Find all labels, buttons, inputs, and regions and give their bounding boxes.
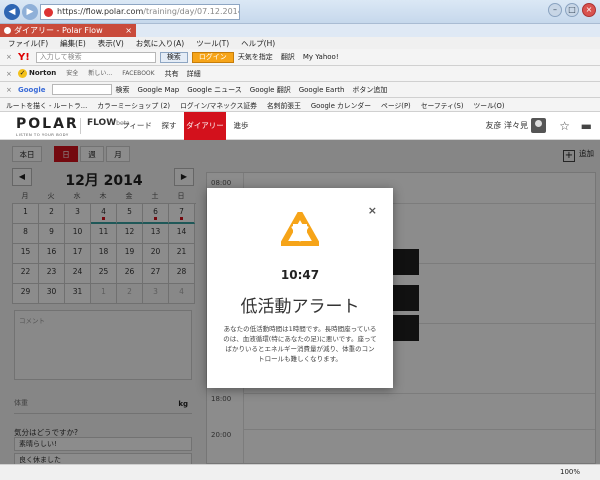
norton-facebook-note: FACEBOOK	[122, 69, 155, 77]
favorite-google-calendar[interactable]: Google カレンダー	[311, 100, 371, 110]
google-logo: Google	[18, 85, 46, 94]
alert-title: 低活動アラート	[240, 297, 360, 317]
menu-edit[interactable]: 編集(E)	[60, 38, 86, 49]
nav-explore[interactable]: 探す	[154, 112, 184, 140]
yahoo-login-button[interactable]: ログイン	[191, 51, 234, 63]
browser-tabbar: ダイアリー - Polar Flow ×	[0, 24, 600, 37]
favorite-meishi[interactable]: 名刺前張王	[267, 100, 301, 110]
nav-progress[interactable]: 進歩	[226, 112, 256, 140]
back-icon[interactable]: ◀	[4, 4, 20, 20]
url-path: /training/day/07.12.2014	[143, 7, 240, 16]
status-bar: 100%	[0, 464, 600, 480]
browser-tab[interactable]: ダイアリー - Polar Flow ×	[0, 24, 136, 37]
norton-panel-note: 新しい…	[88, 69, 113, 77]
toolbar-close-icon[interactable]: ×	[6, 70, 14, 78]
maximize-icon[interactable]: □	[565, 3, 579, 17]
inactivity-alert-dialog: × 10:47 低活動アラート あなたの低活動時間は1時間です。長時間座っている…	[207, 188, 393, 388]
polar-logo[interactable]: POLAR	[16, 116, 79, 132]
app-header: POLAR LISTEN TO YOUR BODY FLOWbeta フィード …	[0, 112, 600, 140]
close-icon[interactable]: ×	[368, 204, 377, 217]
my-yahoo-button[interactable]: My Yahoo!	[303, 53, 339, 61]
alert-time: 10:47	[280, 268, 320, 282]
inactivity-alert-icon	[281, 212, 319, 246]
yahoo-logo-icon: Y!	[18, 51, 30, 63]
close-icon[interactable]: ×	[582, 3, 596, 17]
page-menu[interactable]: ページ(P)	[381, 100, 411, 110]
translate-button[interactable]: 翻訳	[281, 52, 295, 62]
window-controls: – □ ×	[548, 3, 596, 17]
favorite-colorme[interactable]: カラーミーショップ (2)	[97, 100, 170, 110]
norton-safe-note: 安全	[66, 69, 79, 77]
tab-title: ダイアリー - Polar Flow	[14, 26, 103, 35]
menu-file[interactable]: ファイル(F)	[8, 38, 48, 49]
favorite-route[interactable]: ルートを描く - ルートラ...	[6, 100, 87, 110]
tab-close-icon[interactable]: ×	[125, 24, 132, 37]
product-name: FLOW	[87, 118, 117, 128]
minimize-icon[interactable]: –	[548, 3, 562, 17]
toolbar-close-icon[interactable]: ×	[6, 53, 14, 61]
norton-logo[interactable]: ✓ Norton	[18, 69, 56, 78]
polar-favicon-icon	[4, 27, 11, 34]
google-search-input[interactable]	[51, 84, 112, 95]
google-toolbar: × Google 検索 Google Map Google ニュース Googl…	[0, 82, 600, 98]
messages-icon[interactable]: ▬	[581, 119, 592, 133]
nav-feed[interactable]: フィード	[120, 112, 154, 140]
menu-help[interactable]: ヘルプ(H)	[241, 38, 275, 49]
zoom-level[interactable]: 100%	[560, 468, 580, 476]
add-button-button[interactable]: ボタン追加	[352, 85, 387, 95]
url-host: https://flow.polar.com	[57, 7, 144, 16]
menu-tools[interactable]: ツール(T)	[196, 38, 229, 49]
favorite-monex[interactable]: ログイン/マネックス証券	[180, 100, 257, 110]
yahoo-search-input[interactable]: 入力して検索	[35, 51, 156, 63]
forward-icon[interactable]: ▶	[22, 4, 38, 20]
nav-diary[interactable]: ダイアリー	[184, 112, 226, 140]
logo-text: POLAR	[16, 116, 79, 132]
menu-view[interactable]: 表示(V)	[98, 38, 124, 49]
yahoo-search-button[interactable]: 検索	[159, 51, 188, 63]
address-bar[interactable]: https://flow.polar.com/training/day/07.1…	[40, 4, 240, 20]
polar-tagline: LISTEN TO YOUR BODY	[16, 132, 69, 137]
favorites-bar: ルートを描く - ルートラ... カラーミーショップ (2) ログイン/マネック…	[0, 98, 600, 112]
weather-button[interactable]: 天気を指定	[238, 52, 273, 62]
norton-brand: Norton	[29, 69, 57, 77]
menu-favorites[interactable]: お気に入り(A)	[136, 38, 184, 49]
avatar[interactable]	[531, 118, 546, 133]
google-earth-button[interactable]: Google Earth	[299, 86, 345, 94]
google-translate-button[interactable]: Google 翻訳	[250, 85, 291, 95]
favorites-star-icon[interactable]: ☆	[559, 119, 570, 133]
details-button[interactable]: 詳細	[187, 69, 201, 79]
alert-message: あなたの低活動時間は1時間です。長時間座っているのは、血液循環(特にあなたの足)…	[223, 325, 377, 363]
share-button[interactable]: 共有	[165, 69, 179, 79]
browser-titlebar: ◀ ▶ https://flow.polar.com/training/day/…	[0, 0, 600, 24]
menu-bar: ファイル(F) 編集(E) 表示(V) お気に入り(A) ツール(T) ヘルプ(…	[0, 37, 600, 49]
toolbar-close-icon[interactable]: ×	[6, 86, 14, 94]
safety-menu[interactable]: セーフティ(S)	[421, 100, 464, 110]
site-icon	[44, 8, 53, 17]
check-icon: ✓	[18, 69, 27, 78]
google-search-button[interactable]: 検索	[116, 85, 130, 95]
yahoo-toolbar: × Y! 入力して検索 検索 ログイン 天気を指定 翻訳 My Yahoo!	[0, 49, 600, 66]
google-map-button[interactable]: Google Map	[138, 86, 180, 94]
user-name[interactable]: 友彦 洋々見	[485, 112, 528, 140]
tools-menu[interactable]: ツール(O)	[474, 100, 505, 110]
norton-toolbar: × ✓ Norton 安全 新しい… FACEBOOK 共有 詳細	[0, 66, 600, 82]
google-news-button[interactable]: Google ニュース	[187, 85, 242, 95]
